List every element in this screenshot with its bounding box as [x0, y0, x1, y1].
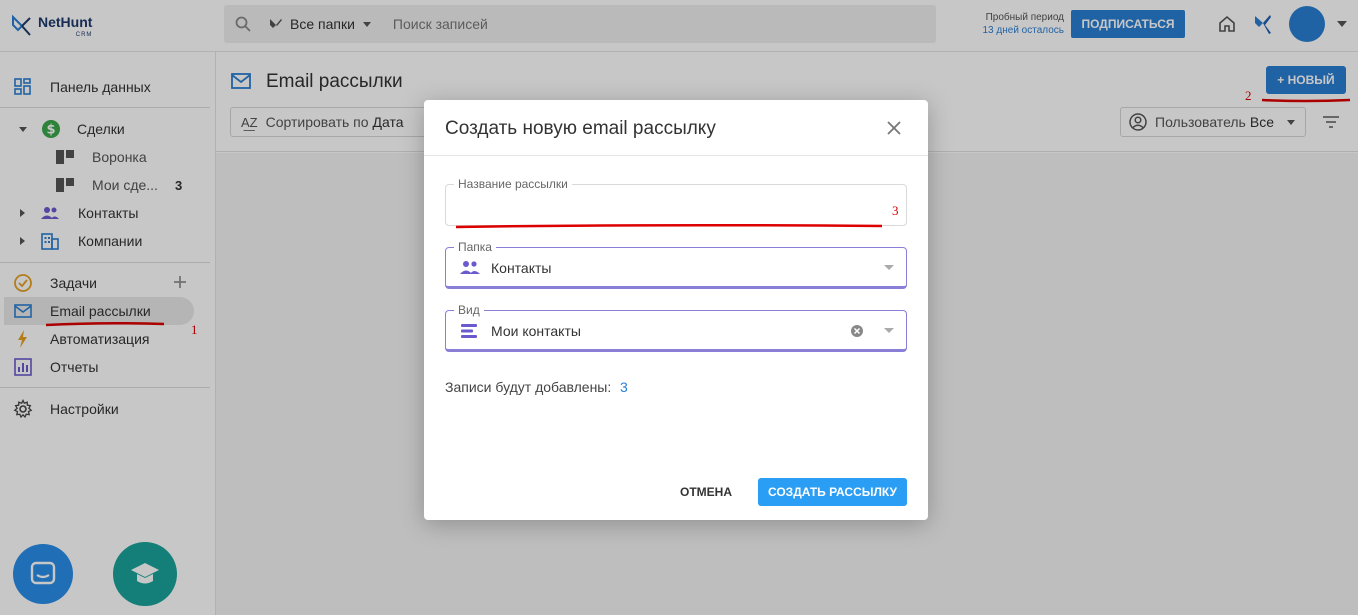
- chevron-down-icon[interactable]: [884, 265, 894, 270]
- view-select[interactable]: Вид Мои контакты: [445, 303, 907, 352]
- dialog-header: Создать новую email рассылку: [424, 100, 928, 156]
- records-added-count: 3: [620, 379, 628, 395]
- campaign-name-input[interactable]: [458, 199, 878, 215]
- annotation-underline-3: [455, 223, 883, 229]
- view-label: Вид: [454, 303, 484, 317]
- records-added-label: Записи будут добавлены:: [445, 379, 612, 395]
- clear-icon[interactable]: [850, 324, 864, 338]
- cancel-button[interactable]: ОТМЕНА: [664, 478, 748, 506]
- folder-label: Папка: [454, 240, 496, 254]
- folder-value: Контакты: [491, 260, 552, 276]
- close-icon[interactable]: [886, 120, 902, 136]
- create-campaign-button[interactable]: СОЗДАТЬ РАССЫЛКУ: [758, 478, 907, 506]
- dialog-title: Создать новую email рассылку: [445, 118, 716, 139]
- view-value: Мои контакты: [491, 323, 581, 339]
- annotation-number-3: 3: [892, 203, 899, 218]
- folder-select[interactable]: Папка Контакты: [445, 240, 907, 289]
- campaign-name-label: Название рассылки: [454, 177, 572, 191]
- view-list-icon: [461, 324, 477, 338]
- create-campaign-dialog: Создать новую email рассылку Название ра…: [424, 100, 928, 520]
- campaign-name-field[interactable]: Название рассылки: [445, 177, 907, 226]
- contacts-icon: [460, 261, 480, 274]
- chevron-down-icon[interactable]: [884, 328, 894, 333]
